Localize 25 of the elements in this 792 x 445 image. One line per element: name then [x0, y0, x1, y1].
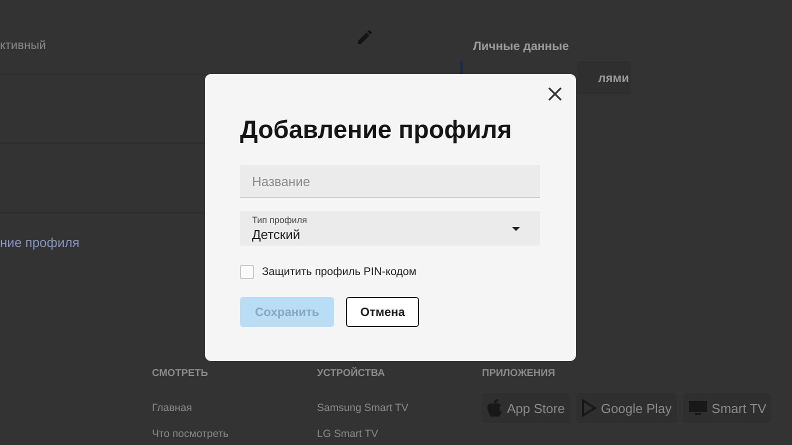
store-badge[interactable]: Smart TV	[682, 393, 772, 423]
close-icon	[548, 87, 562, 101]
footer-link[interactable]: Главная	[152, 402, 317, 428]
checkbox-label[interactable]: Защитить профиль PIN-кодом	[262, 266, 416, 278]
footer-heading: СМОТРЕТЬ	[152, 368, 209, 381]
cancel-button[interactable]: Отмена	[346, 297, 419, 327]
profile-type-text: ктивный	[0, 38, 46, 52]
dialog-title: Добавление профиля	[240, 116, 513, 145]
play-triangle-icon	[580, 399, 597, 417]
pencil-icon[interactable]	[358, 30, 372, 44]
close-button[interactable]	[548, 87, 562, 101]
store-badge[interactable]: App Store	[482, 393, 570, 423]
footer-link[interactable]: Что посмотреть	[152, 428, 317, 445]
menu-tab[interactable]: лями	[577, 61, 631, 94]
section-heading: Личные данные	[473, 39, 570, 53]
checkbox[interactable]	[240, 265, 254, 279]
footer-heading: УСТРОЙСТВА	[317, 368, 386, 381]
profile-type-select[interactable]: Тип профиля Детский	[240, 211, 540, 246]
footer-heading: ПРИЛОЖЕНИЯ	[482, 368, 556, 381]
footer-link[interactable]: LG Smart TV	[317, 428, 482, 445]
name-field[interactable]: Название	[240, 165, 540, 198]
store-badge[interactable]: Google Play	[576, 393, 677, 423]
dropdown-caret-icon	[512, 226, 520, 230]
profile-link[interactable]: ние профиля	[0, 235, 80, 250]
footer-link[interactable]: Samsung Smart TV	[317, 402, 482, 428]
